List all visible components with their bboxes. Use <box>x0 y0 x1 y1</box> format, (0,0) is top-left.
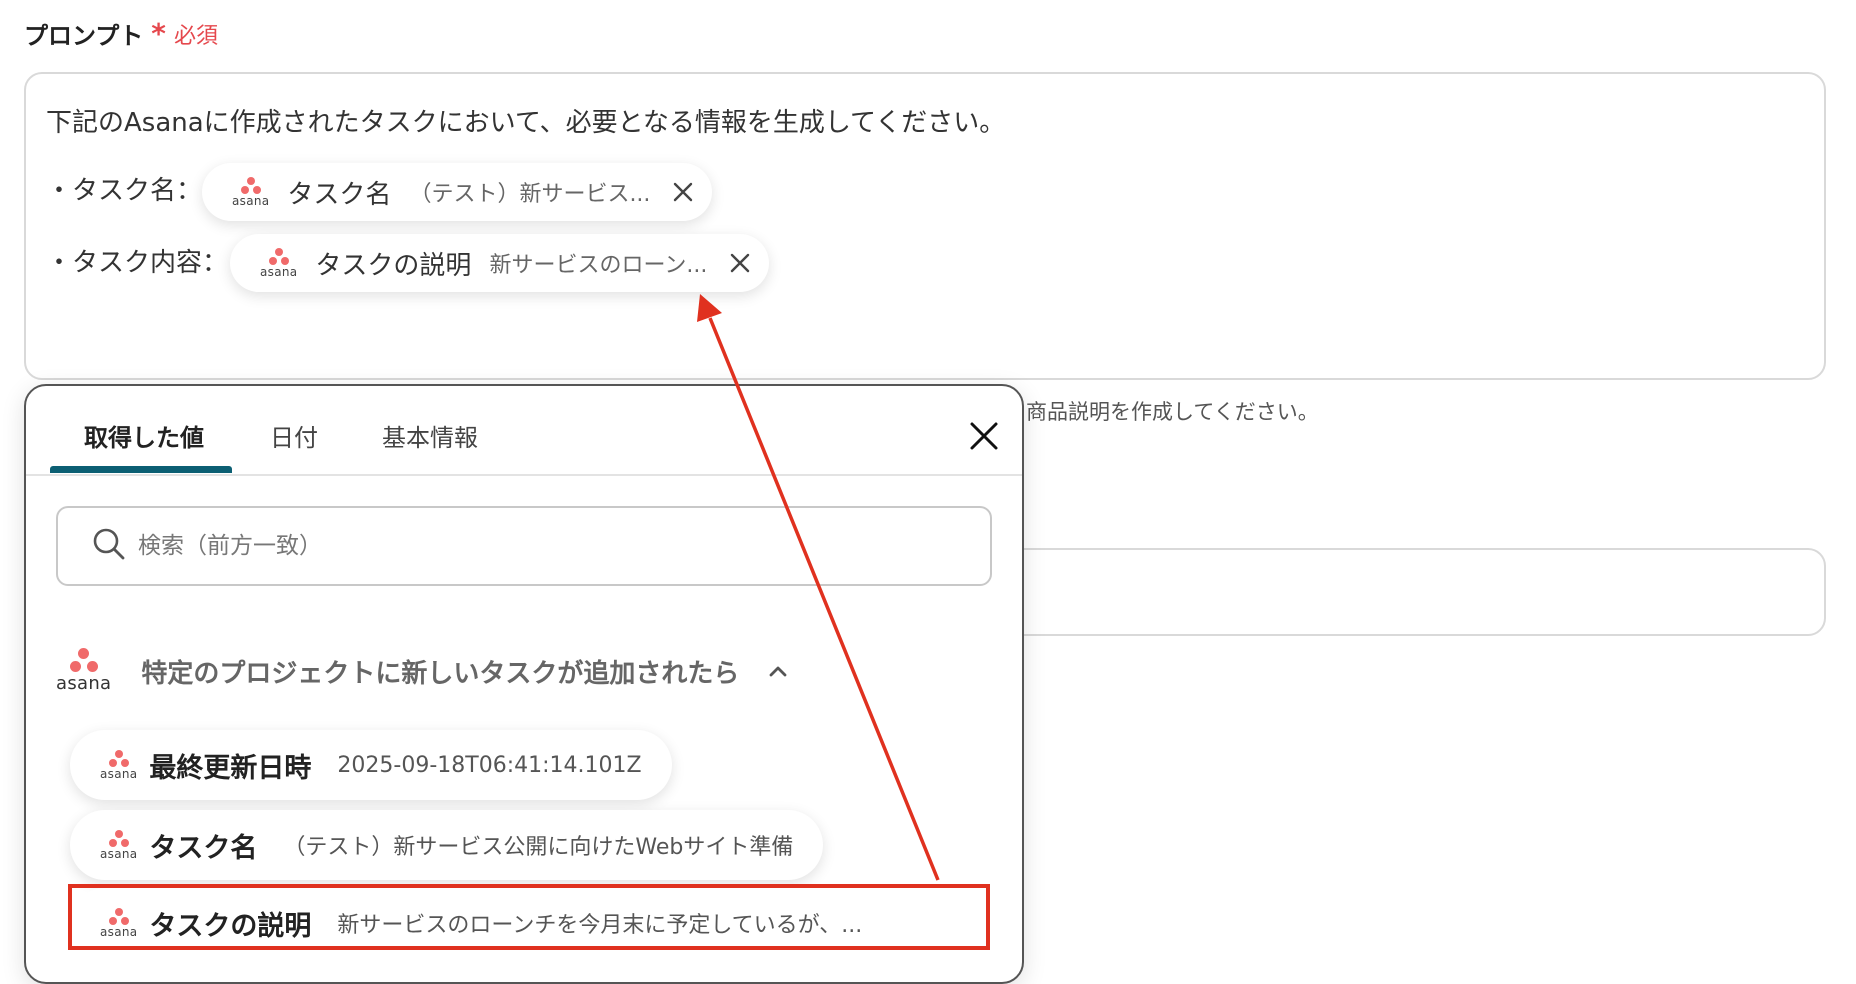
field-label-text: プロンプト <box>24 22 144 50</box>
item-name: 最終更新日時 <box>149 752 312 784</box>
chip-name: タスクの説明 <box>315 250 472 281</box>
search-text-field[interactable] <box>136 532 900 560</box>
tab-date[interactable]: 日付 <box>270 418 318 453</box>
asana-logo-icon: asana <box>260 247 297 279</box>
close-icon[interactable] <box>668 177 698 207</box>
list-item-task-name[interactable]: asana タスク名 （テスト）新サービス公開に向けたWebサイト準備 <box>70 810 824 880</box>
asana-logo-icon: asana <box>100 829 137 861</box>
search-input[interactable] <box>56 506 992 586</box>
close-icon[interactable] <box>725 248 755 278</box>
item-name: タスク名 <box>149 832 258 864</box>
annotation-highlight-box <box>68 884 990 950</box>
chip-name: タスク名 <box>287 179 392 210</box>
prompt-text-task-content-label: ・タスク内容： <box>46 248 229 278</box>
search-icon <box>92 527 126 565</box>
required-star: * <box>151 16 166 50</box>
asana-logo-icon: asana <box>56 648 111 694</box>
item-value: 2025-09-18T06:41:14.101Z <box>337 752 642 778</box>
helper-text: 商品説明を作成してください。 <box>1026 400 1319 424</box>
prompt-text-task-name-label: ・タスク名： <box>46 176 203 206</box>
asana-logo-icon: asana <box>100 749 137 781</box>
variable-chip-task-description[interactable]: asana タスクの説明 新サービスのローン... <box>230 234 770 292</box>
list-item-last-updated[interactable]: asana 最終更新日時 2025-09-18T06:41:14.101Z <box>70 730 672 800</box>
close-icon[interactable] <box>964 416 1004 456</box>
chip-value: （テスト）新サービス... <box>409 182 651 207</box>
tab-retrieved-values[interactable]: 取得した値 <box>84 418 204 453</box>
picker-tabs: 取得した値 日付 基本情報 <box>26 386 1022 476</box>
group-title: 特定のプロジェクトに新しいタスクが追加されたら <box>141 658 740 689</box>
variable-chip-task-name[interactable]: asana タスク名 （テスト）新サービス... <box>202 163 713 221</box>
prompt-field-label: プロンプト * 必須 <box>24 16 218 51</box>
asana-logo-icon: asana <box>232 176 269 208</box>
active-tab-indicator <box>50 466 232 473</box>
item-value: （テスト）新サービス公開に向けたWebサイト準備 <box>283 835 794 860</box>
tab-basic-info[interactable]: 基本情報 <box>382 418 478 453</box>
chip-value: 新サービスのローン... <box>489 253 708 278</box>
required-text: 必須 <box>173 23 218 49</box>
trigger-group-header[interactable]: asana 特定のプロジェクトに新しいタスクが追加されたら <box>56 648 793 694</box>
chevron-up-icon[interactable] <box>763 656 793 686</box>
prompt-text-line1: 下記のAsanaに作成されたタスクにおいて、必要となる情報を生成してください。 <box>46 108 1006 138</box>
